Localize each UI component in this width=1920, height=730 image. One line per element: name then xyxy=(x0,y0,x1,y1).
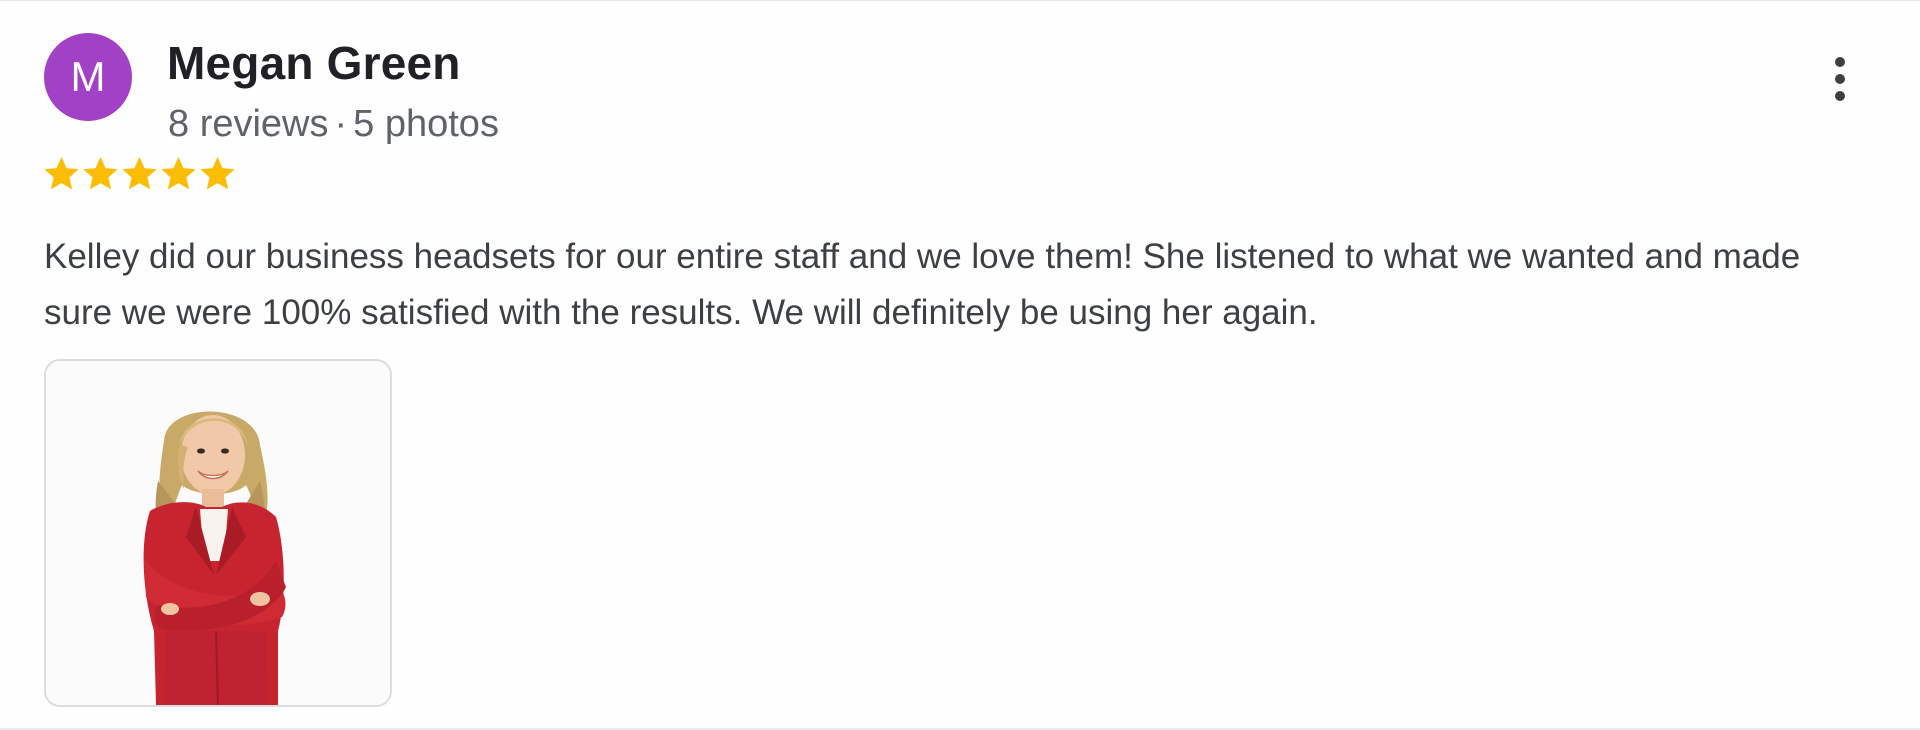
author-avatar[interactable]: M xyxy=(44,33,132,121)
more-vert-icon-dot xyxy=(1835,74,1845,84)
person-photo-image xyxy=(46,361,390,705)
author-meta: 8 reviews · 5 photos xyxy=(168,99,499,149)
avatar-initial: M xyxy=(70,53,106,100)
more-options-button[interactable] xyxy=(1812,51,1868,107)
star-icon xyxy=(122,156,157,189)
more-vert-icon-dot xyxy=(1835,91,1845,101)
star-icon xyxy=(44,156,79,189)
star-icon xyxy=(161,156,196,189)
meta-separator: · xyxy=(334,103,348,145)
review-text: Kelley did our business headsets for our… xyxy=(44,237,1801,332)
author-name[interactable]: Megan Green xyxy=(167,35,461,91)
review-card: M Megan Green 8 reviews · 5 photos Kelle… xyxy=(0,0,1920,730)
star-rating xyxy=(42,151,237,195)
star-icon xyxy=(83,156,118,189)
reviews-count: 8 reviews xyxy=(168,103,329,145)
photos-count: 5 photos xyxy=(353,103,499,145)
more-vert-icon-dot xyxy=(1835,57,1845,67)
review-photo[interactable] xyxy=(44,359,392,707)
star-icon xyxy=(200,156,235,189)
